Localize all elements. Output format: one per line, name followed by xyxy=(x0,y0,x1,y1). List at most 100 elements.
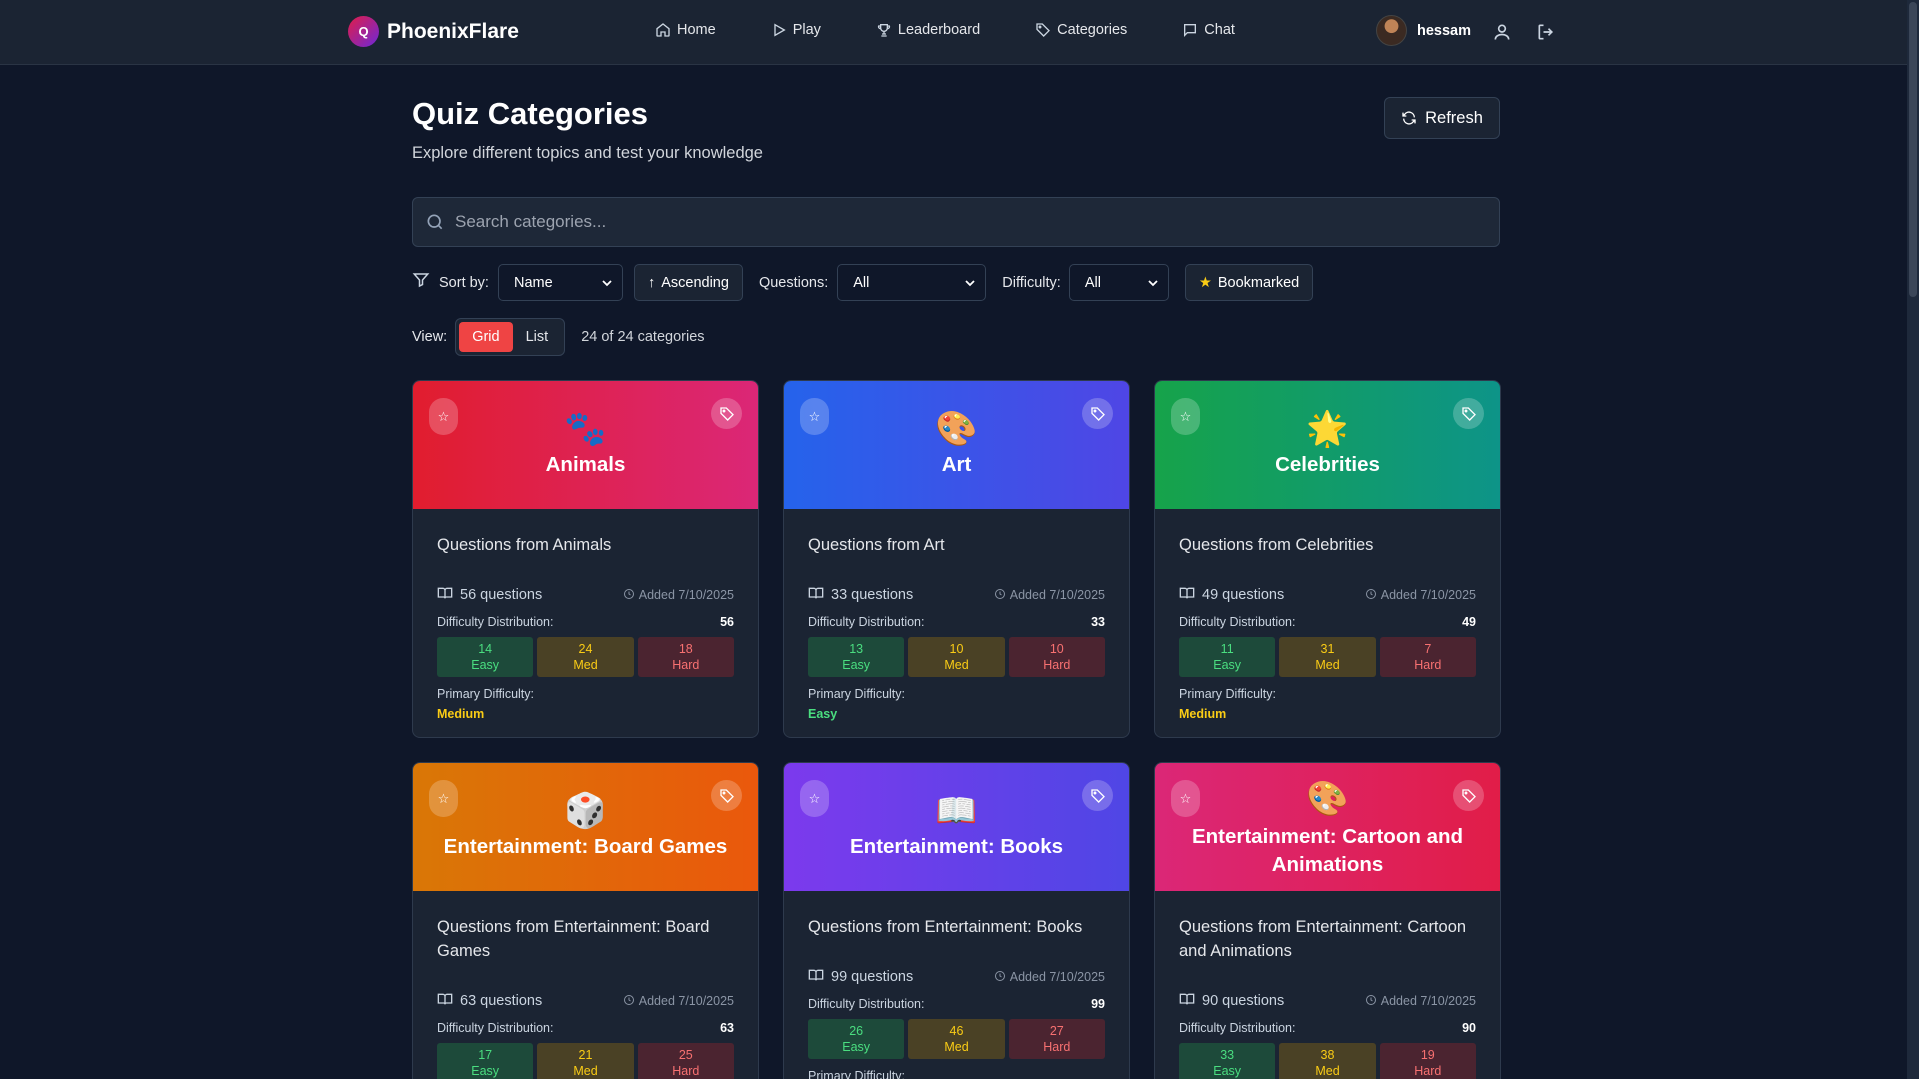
clock-icon xyxy=(623,994,635,1009)
distribution-label: Difficulty Distribution: xyxy=(437,615,554,629)
nav-play-label: Play xyxy=(792,22,821,38)
hard-label: Hard xyxy=(672,658,700,672)
card-header: ☆ 🎨 Entertainment: Cartoon and Animation… xyxy=(1155,763,1500,891)
card-meta: 90 questions Added 7/10/2025 xyxy=(1179,991,1476,1011)
nav-categories[interactable]: Categories xyxy=(1035,22,1127,38)
top-navbar: Q PhoenixFlare Home Play Leaderboard Cat… xyxy=(0,0,1919,65)
logout-icon[interactable] xyxy=(1536,22,1556,42)
bookmarked-filter-button[interactable]: ★ Bookmarked xyxy=(1184,264,1314,301)
questions-select-value: All xyxy=(853,274,870,291)
medium-count: 24 xyxy=(578,642,593,656)
view-label: View: xyxy=(412,329,448,345)
list-view-button[interactable]: List xyxy=(513,322,562,352)
hard-count: 19 xyxy=(1420,1048,1435,1062)
difficulty-distribution: 17 Easy 21 Med 25 Hard xyxy=(437,1043,734,1079)
category-title: Art xyxy=(941,453,972,476)
medium-count-badge: 24 Med xyxy=(537,637,634,677)
category-description: Questions from Animals xyxy=(437,536,612,554)
grid-view-button[interactable]: Grid xyxy=(459,322,513,352)
card-header: ☆ 📖 Entertainment: Books xyxy=(784,763,1129,891)
primary-difficulty-value: Medium xyxy=(437,707,485,721)
category-emoji-icon: 🐾 xyxy=(564,410,607,448)
hard-count: 18 xyxy=(678,642,693,656)
card-header: ☆ 🐾 Animals xyxy=(413,381,758,509)
scrollbar-thumb[interactable] xyxy=(1909,2,1917,297)
easy-label: Easy xyxy=(1213,1064,1242,1078)
category-card[interactable]: ☆ 🐾 Animals Questions from Animals 56 qu… xyxy=(412,380,759,738)
avatar[interactable] xyxy=(1376,15,1407,46)
distribution-header: Difficulty Distribution: 33 xyxy=(808,615,1105,629)
distribution-label: Difficulty Distribution: xyxy=(808,615,925,629)
distribution-label: Difficulty Distribution: xyxy=(437,1021,554,1035)
difficulty-distribution: 13 Easy 10 Med 10 Hard xyxy=(808,637,1105,677)
card-meta: 33 questions Added 7/10/2025 xyxy=(808,585,1105,605)
distribution-header: Difficulty Distribution: 63 xyxy=(437,1021,734,1035)
hard-count: 27 xyxy=(1049,1024,1064,1038)
arrow-up-icon: ↑ xyxy=(647,274,656,291)
distribution-total: 90 xyxy=(1462,1021,1476,1035)
hard-label: Hard xyxy=(1043,658,1071,672)
username: hessam xyxy=(1417,22,1472,39)
medium-count-badge: 31 Med xyxy=(1279,637,1376,677)
sort-order-button[interactable]: ↑ Ascending xyxy=(633,264,743,301)
category-card[interactable]: ☆ 🎨 Art Questions from Art 33 questions … xyxy=(783,380,1130,738)
category-title: Entertainment: Board Games xyxy=(443,835,728,858)
medium-count: 21 xyxy=(578,1048,593,1062)
chat-icon xyxy=(1184,24,1197,37)
book-icon xyxy=(808,585,824,605)
brand[interactable]: Q PhoenixFlare xyxy=(348,16,519,47)
category-card[interactable]: ☆ 📖 Entertainment: Books Questions from … xyxy=(783,762,1130,1079)
book-icon xyxy=(437,991,453,1011)
difficulty-distribution: 26 Easy 46 Med 27 Hard xyxy=(808,1019,1105,1059)
bookmarked-label: Bookmarked xyxy=(1217,274,1300,291)
scrollbar[interactable] xyxy=(1907,0,1919,1079)
nav-chat[interactable]: Chat xyxy=(1182,22,1235,38)
card-header: ☆ 🎨 Art xyxy=(784,381,1129,509)
brand-name: PhoenixFlare xyxy=(387,19,519,43)
category-card[interactable]: ☆ 🎲 Entertainment: Board Games Questions… xyxy=(412,762,759,1079)
questions-select[interactable]: All xyxy=(837,264,987,301)
category-card[interactable]: ☆ 🎨 Entertainment: Cartoon and Animation… xyxy=(1154,762,1501,1079)
nav-leaderboard[interactable]: Leaderboard xyxy=(876,22,980,38)
category-card[interactable]: ☆ 🌟 Celebrities Questions from Celebriti… xyxy=(1154,380,1501,738)
distribution-total: 33 xyxy=(1091,615,1105,629)
added-date: Added 7/10/2025 xyxy=(638,588,734,602)
difficulty-distribution: 14 Easy 24 Med 18 Hard xyxy=(437,637,734,677)
medium-label: Med xyxy=(1315,658,1340,672)
nav-play[interactable]: Play xyxy=(771,22,821,38)
profile-icon[interactable] xyxy=(1492,22,1512,42)
refresh-icon xyxy=(1402,111,1416,125)
view-toggle: Grid List xyxy=(455,318,566,356)
nav-home[interactable]: Home xyxy=(655,22,716,38)
refresh-button[interactable]: Refresh xyxy=(1384,97,1500,139)
difficulty-distribution: 33 Easy 38 Med 19 Hard xyxy=(1179,1043,1476,1079)
category-count: 24 of 24 categories xyxy=(581,329,705,345)
category-description: Questions from Entertainment: Books xyxy=(808,918,1083,936)
difficulty-select[interactable]: All xyxy=(1068,264,1169,301)
nav-links: Home Play Leaderboard Categories Chat xyxy=(655,22,1290,38)
added-date: Added 7/10/2025 xyxy=(638,994,734,1008)
chevron-down-icon xyxy=(1148,279,1158,286)
medium-count-badge: 38 Med xyxy=(1279,1043,1376,1079)
hard-label: Hard xyxy=(1414,658,1442,672)
distribution-total: 49 xyxy=(1462,615,1476,629)
user-menu[interactable]: hessam xyxy=(1376,15,1471,46)
difficulty-select-value: All xyxy=(1084,274,1101,291)
category-description: Questions from Entertainment: Cartoon an… xyxy=(1179,918,1467,960)
sort-select-value: Name xyxy=(513,274,553,291)
sort-select[interactable]: Name xyxy=(497,264,623,301)
medium-count-badge: 21 Med xyxy=(537,1043,634,1079)
card-meta: 99 questions Added 7/10/2025 xyxy=(808,967,1105,987)
easy-count-badge: 11 Easy xyxy=(1179,637,1276,677)
easy-count-badge: 26 Easy xyxy=(808,1019,905,1059)
search-icon xyxy=(427,214,443,230)
card-meta: 56 questions Added 7/10/2025 xyxy=(437,585,734,605)
clock-icon xyxy=(1365,994,1377,1009)
distribution-label: Difficulty Distribution: xyxy=(1179,615,1296,629)
distribution-label: Difficulty Distribution: xyxy=(1179,1021,1296,1035)
search-input[interactable] xyxy=(455,212,1499,232)
view-row: View: Grid List 24 of 24 categories xyxy=(412,318,705,356)
distribution-header: Difficulty Distribution: 49 xyxy=(1179,615,1476,629)
medium-count: 46 xyxy=(949,1024,964,1038)
added-date: Added 7/10/2025 xyxy=(1009,970,1105,984)
